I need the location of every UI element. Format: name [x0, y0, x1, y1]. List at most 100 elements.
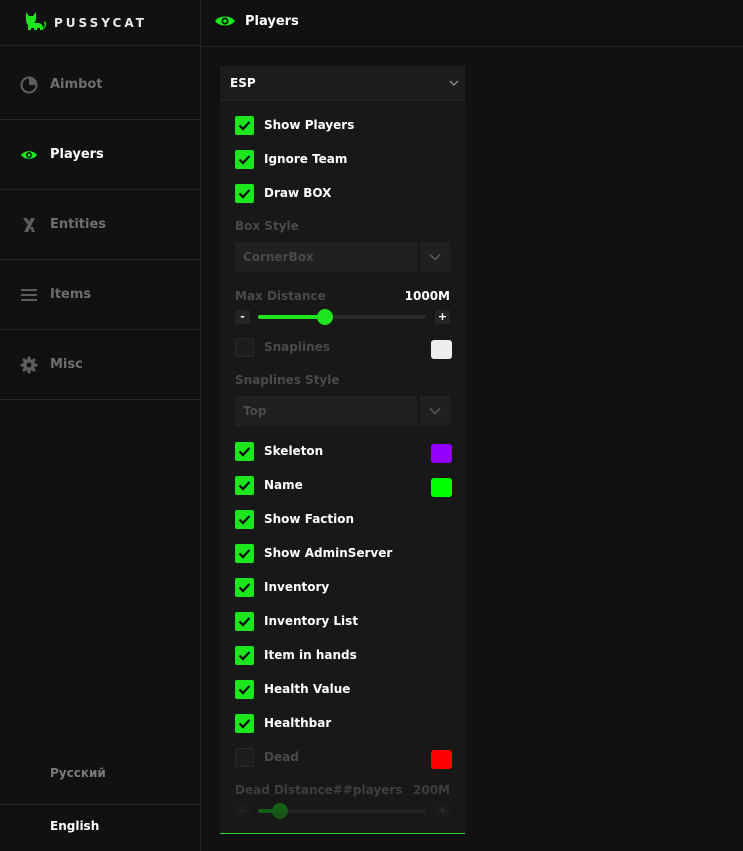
- dropdown-value-box: CornerBox: [235, 242, 417, 272]
- dead-distance-label: Dead Distance##players: [235, 783, 403, 797]
- box-style-label: Box Style: [235, 219, 299, 233]
- snaplines-style-value: Top: [243, 404, 267, 418]
- option-show-players: Show Players: [220, 116, 465, 140]
- eye-icon: [215, 16, 235, 26]
- dead-distance-value: 200M: [413, 783, 450, 797]
- show-players-checkbox[interactable]: [235, 116, 254, 135]
- dead-distance-slider[interactable]: [258, 803, 426, 819]
- dead-checkbox[interactable]: [235, 748, 254, 767]
- chevron-down-icon: [429, 407, 441, 415]
- ignore-team-checkbox[interactable]: [235, 150, 254, 169]
- language-english[interactable]: English: [0, 804, 200, 850]
- option-label: Inventory List: [264, 614, 359, 628]
- option-label: Healthbar: [264, 716, 332, 730]
- option-label: Show Players: [264, 118, 355, 132]
- name-color-swatch[interactable]: [431, 478, 452, 497]
- option-label: Dead: [264, 750, 299, 764]
- inventory-list-checkbox[interactable]: [235, 612, 254, 631]
- max-distance-slider[interactable]: [258, 309, 426, 325]
- draw-box-checkbox[interactable]: [235, 184, 254, 203]
- max-distance-value: 1000M: [404, 289, 450, 303]
- snaplines-checkbox[interactable]: [235, 338, 254, 357]
- sidebar-item-items[interactable]: Items: [0, 260, 200, 330]
- dropdown-value-box: Top: [235, 396, 417, 426]
- dead-color-swatch[interactable]: [431, 750, 452, 769]
- sidebar-item-label: Players: [50, 147, 104, 162]
- option-snaplines: Snaplines: [220, 338, 465, 362]
- check-icon: [238, 481, 251, 491]
- show-faction-checkbox[interactable]: [235, 510, 254, 529]
- page-title: Players: [245, 14, 299, 29]
- option-inventory-list: Inventory List: [220, 612, 465, 636]
- option-name: Name: [220, 476, 465, 500]
- slider-handle[interactable]: [317, 309, 333, 325]
- option-health-value: Health Value: [220, 680, 465, 704]
- slider-fill: [258, 315, 325, 319]
- brand: PUSSYCAT: [0, 0, 200, 46]
- option-draw-box: Draw BOX: [220, 184, 465, 208]
- menu-lines-icon: [21, 289, 37, 301]
- dropdown-arrow: [420, 396, 450, 426]
- check-icon: [238, 685, 251, 695]
- cat-icon: [26, 12, 46, 30]
- dead-distance-increment-button[interactable]: +: [435, 804, 450, 818]
- snaplines-style-dropdown[interactable]: Top: [235, 396, 450, 426]
- language-label: Русский: [50, 766, 106, 780]
- option-show-faction: Show Faction: [220, 510, 465, 534]
- option-healthbar: Healthbar: [220, 714, 465, 738]
- gear-icon: [20, 356, 38, 374]
- check-icon: [238, 719, 251, 729]
- skeleton-checkbox[interactable]: [235, 442, 254, 461]
- inventory-checkbox[interactable]: [235, 578, 254, 597]
- sidebar-item-label: Entities: [50, 217, 107, 232]
- language-russian[interactable]: Русский: [0, 752, 200, 798]
- max-distance-label: Max Distance: [235, 289, 326, 303]
- name-checkbox[interactable]: [235, 476, 254, 495]
- esp-section-title: ESP: [230, 76, 256, 90]
- esp-section-header[interactable]: ESP: [220, 66, 465, 101]
- esp-panel: ESP Show Players Ignore Team Draw BOX Bo…: [220, 66, 465, 834]
- option-label: Show AdminServer: [264, 546, 393, 560]
- scroll-fade: [220, 766, 465, 833]
- item-in-hands-checkbox[interactable]: [235, 646, 254, 665]
- sidebar-item-misc[interactable]: Misc: [0, 330, 200, 400]
- box-style-value: CornerBox: [243, 250, 314, 264]
- check-icon: [238, 155, 251, 165]
- dead-distance-decrement-button[interactable]: -: [235, 804, 250, 818]
- check-icon: [238, 515, 251, 525]
- show-adminserver-checkbox[interactable]: [235, 544, 254, 563]
- x-logo-icon: [23, 218, 35, 232]
- option-label: Snaplines: [264, 340, 330, 354]
- option-dead: Dead: [220, 748, 465, 772]
- max-distance-decrement-button[interactable]: -: [235, 310, 250, 324]
- option-label: Ignore Team: [264, 152, 348, 166]
- target-icon: [20, 76, 38, 94]
- slider-handle[interactable]: [272, 803, 288, 819]
- option-skeleton: Skeleton: [220, 442, 465, 466]
- option-show-adminserver: Show AdminServer: [220, 544, 465, 568]
- option-label: Item in hands: [264, 648, 357, 662]
- max-distance-increment-button[interactable]: +: [435, 310, 450, 324]
- sidebar: PUSSYCAT Aimbot Players Entities Items M…: [0, 0, 201, 851]
- snaplines-color-swatch[interactable]: [431, 340, 452, 359]
- check-icon: [238, 447, 251, 457]
- eye-icon: [21, 151, 37, 159]
- option-label: Skeleton: [264, 444, 324, 458]
- brand-name: PUSSYCAT: [54, 16, 147, 30]
- option-label: Health Value: [264, 682, 351, 696]
- check-icon: [238, 121, 251, 131]
- sidebar-item-players[interactable]: Players: [0, 120, 200, 190]
- page-header: Players: [201, 0, 743, 47]
- option-label: Inventory: [264, 580, 330, 594]
- box-style-dropdown[interactable]: CornerBox: [235, 242, 450, 272]
- check-icon: [238, 549, 251, 559]
- skeleton-color-swatch[interactable]: [431, 444, 452, 463]
- option-label: Name: [264, 478, 303, 492]
- check-icon: [238, 583, 251, 593]
- sidebar-item-entities[interactable]: Entities: [0, 190, 200, 260]
- check-icon: [238, 617, 251, 627]
- sidebar-item-label: Aimbot: [50, 77, 103, 92]
- healthbar-checkbox[interactable]: [235, 714, 254, 733]
- sidebar-item-aimbot[interactable]: Aimbot: [0, 50, 200, 120]
- health-value-checkbox[interactable]: [235, 680, 254, 699]
